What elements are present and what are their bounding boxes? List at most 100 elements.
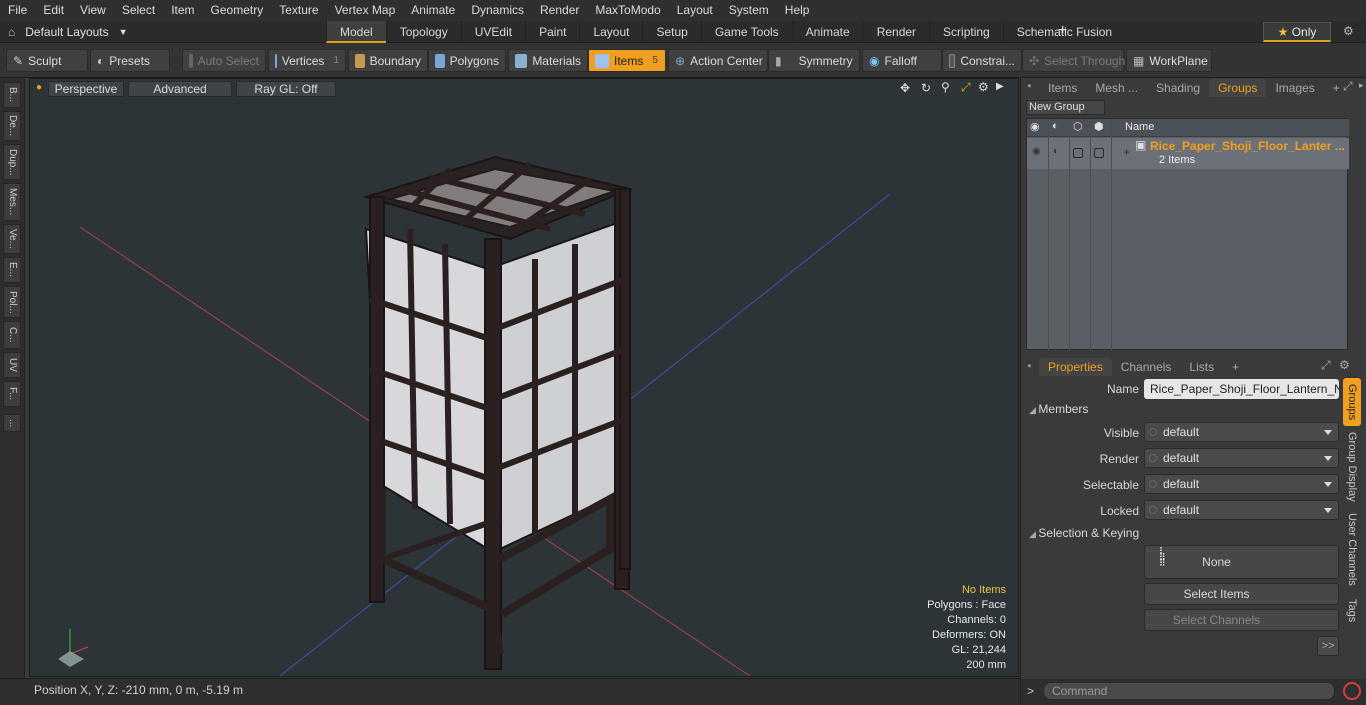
tab-items[interactable]: Items [1039, 79, 1086, 97]
menu-maxtomodo[interactable]: MaxToModo [587, 0, 668, 21]
selection-keying-section[interactable]: ◢ Selection & Keying [1029, 524, 1345, 542]
menu-layout[interactable]: Layout [669, 0, 721, 21]
home-icon[interactable]: ⌂ [8, 25, 15, 39]
lock-cube-icon[interactable]: ⬢ [1094, 120, 1104, 133]
tab-model[interactable]: Model [326, 21, 386, 43]
workplane-button[interactable]: ▦ WorkPlane [1126, 49, 1212, 72]
members-section[interactable]: ◢ Members [1029, 400, 1345, 418]
props-expand-icon[interactable]: ⤢ [1321, 358, 1331, 373]
left-tab-7[interactable]: Pol... [3, 286, 21, 318]
name-input[interactable]: Rice_Paper_Shoji_Floor_Lantern_Nigh [1144, 379, 1339, 399]
tab-paint[interactable]: Paint [525, 21, 579, 43]
shading-button[interactable]: Advanced [128, 81, 232, 97]
symmetry-button[interactable]: ▮ Symmetry [768, 49, 860, 72]
tab-mesh[interactable]: Mesh ... [1086, 79, 1147, 97]
menu-geometry[interactable]: Geometry [203, 0, 272, 21]
group-name[interactable]: Rice_Paper_Shoji_Floor_Lanter ... [1150, 139, 1345, 153]
visible-dropdown[interactable]: default [1144, 422, 1339, 442]
tab-shading[interactable]: Shading [1147, 79, 1209, 97]
viewport-menu-dot-icon[interactable]: ● [36, 82, 42, 93]
maximize-icon[interactable]: ⤢ [961, 80, 971, 95]
move-icon[interactable]: ✥ [900, 81, 910, 95]
tab-lists[interactable]: Lists [1180, 358, 1223, 376]
layouts-dropdown[interactable]: ⌂ Default Layouts ▼ [8, 21, 128, 43]
raygl-button[interactable]: Ray GL: Off [236, 81, 336, 97]
presets-button[interactable]: ◐ Presets [90, 49, 170, 72]
menu-view[interactable]: View [72, 0, 114, 21]
vertices-button[interactable]: Vertices 1 [268, 49, 346, 72]
panel-expand-icon[interactable]: ⤢ [1343, 79, 1353, 94]
viewport-gear-icon[interactable]: ⚙ [978, 80, 989, 94]
props-menu-dot-icon[interactable]: ● [1027, 361, 1032, 370]
left-tab-3[interactable]: Dup... [3, 144, 21, 180]
menu-item[interactable]: Item [163, 0, 202, 21]
name-column-header[interactable]: Name [1125, 121, 1154, 133]
visibility-eye-icon[interactable]: ◉ [1030, 120, 1040, 133]
items-button[interactable]: Items 5 [588, 49, 666, 72]
menu-system[interactable]: System [721, 0, 777, 21]
left-tab-2[interactable]: De... [3, 111, 21, 141]
more-button[interactable]: >> [1317, 636, 1339, 656]
action-center-button[interactable]: ⊕ Action Center [668, 49, 768, 72]
play-icon[interactable]: ▶ [996, 81, 1004, 92]
select-items-button[interactable]: Select Items [1144, 583, 1339, 605]
gear-icon[interactable]: ⚙ [1343, 24, 1354, 38]
menu-select[interactable]: Select [114, 0, 163, 21]
locked-dropdown[interactable]: default [1144, 500, 1339, 520]
left-tab-5[interactable]: Ve... [3, 224, 21, 254]
select-channels-button[interactable]: Select Channels [1144, 609, 1339, 631]
tab-render[interactable]: Render [862, 21, 929, 43]
expand-plus-icon[interactable]: + [1123, 145, 1130, 159]
menu-help[interactable]: Help [777, 0, 818, 21]
left-tab-11[interactable]: ... [3, 414, 21, 432]
panel-more-icon[interactable]: ▸ [1359, 80, 1364, 91]
rotate-icon[interactable]: ↻ [921, 81, 931, 95]
left-tab-9[interactable]: UV [3, 352, 21, 378]
select-cube-icon[interactable]: ⬡ [1073, 120, 1083, 133]
tab-groups[interactable]: Groups [1209, 79, 1267, 97]
tab-animate[interactable]: Animate [791, 21, 863, 43]
command-input[interactable]: Command [1043, 682, 1335, 700]
selectable-dropdown[interactable]: default [1144, 474, 1339, 494]
row-render-icon[interactable]: ◐ [1053, 146, 1059, 157]
side-tab-groups[interactable]: Groups [1343, 378, 1361, 426]
menu-file[interactable]: File [0, 0, 35, 21]
auto-select-button[interactable]: Auto Select [182, 49, 266, 72]
props-gear-icon[interactable]: ⚙ [1339, 358, 1350, 372]
side-tab-user-channels[interactable]: User Channels [1343, 510, 1361, 588]
zoom-icon[interactable]: ⚲ [941, 80, 950, 94]
side-tab-tags[interactable]: Tags [1343, 596, 1361, 626]
tab-layout[interactable]: Layout [579, 21, 642, 43]
left-tab-1[interactable]: B... [3, 82, 21, 108]
tab-topology[interactable]: Topology [385, 21, 461, 43]
tab-game-tools[interactable]: Game Tools [700, 21, 792, 43]
menu-animate[interactable]: Animate [403, 0, 463, 21]
select-through-button[interactable]: ✣ Select Through [1022, 49, 1125, 72]
render-dropdown[interactable]: default [1144, 448, 1339, 468]
left-tab-8[interactable]: C... [3, 321, 21, 349]
row-lock-box[interactable] [1094, 148, 1104, 158]
menu-texture[interactable]: Texture [271, 0, 326, 21]
left-tab-10[interactable]: F... [3, 381, 21, 407]
3d-viewport[interactable]: ● Perspective Advanced Ray GL: Off ✥ ↻ ⚲… [29, 78, 1019, 677]
menu-vertex-map[interactable]: Vertex Map [327, 0, 404, 21]
row-select-box[interactable] [1073, 148, 1083, 158]
boundary-button[interactable]: Boundary [348, 49, 428, 72]
side-tab-group-display[interactable]: Group Display [1343, 432, 1361, 502]
only-button[interactable]: ★ Only [1263, 22, 1331, 42]
menu-edit[interactable]: Edit [35, 0, 72, 21]
add-props-tab-icon[interactable]: + [1223, 358, 1248, 376]
row-eye-icon[interactable]: ◉ [1032, 146, 1041, 157]
constraints-button[interactable]: Constrai... [942, 49, 1022, 72]
new-group-button[interactable]: New Group [1026, 100, 1105, 115]
add-tab-icon[interactable]: + [1058, 22, 1067, 40]
tab-setup[interactable]: Setup [642, 21, 700, 43]
menu-dynamics[interactable]: Dynamics [463, 0, 532, 21]
left-tab-6[interactable]: E... [3, 257, 21, 283]
tab-properties[interactable]: Properties [1039, 358, 1112, 376]
tab-images[interactable]: Images [1266, 79, 1323, 97]
tab-scripting[interactable]: Scripting [929, 21, 1003, 43]
render-icon[interactable]: ◐ [1052, 120, 1059, 132]
left-tab-4[interactable]: Mes... [3, 183, 21, 221]
materials-button[interactable]: Materials [508, 49, 588, 72]
